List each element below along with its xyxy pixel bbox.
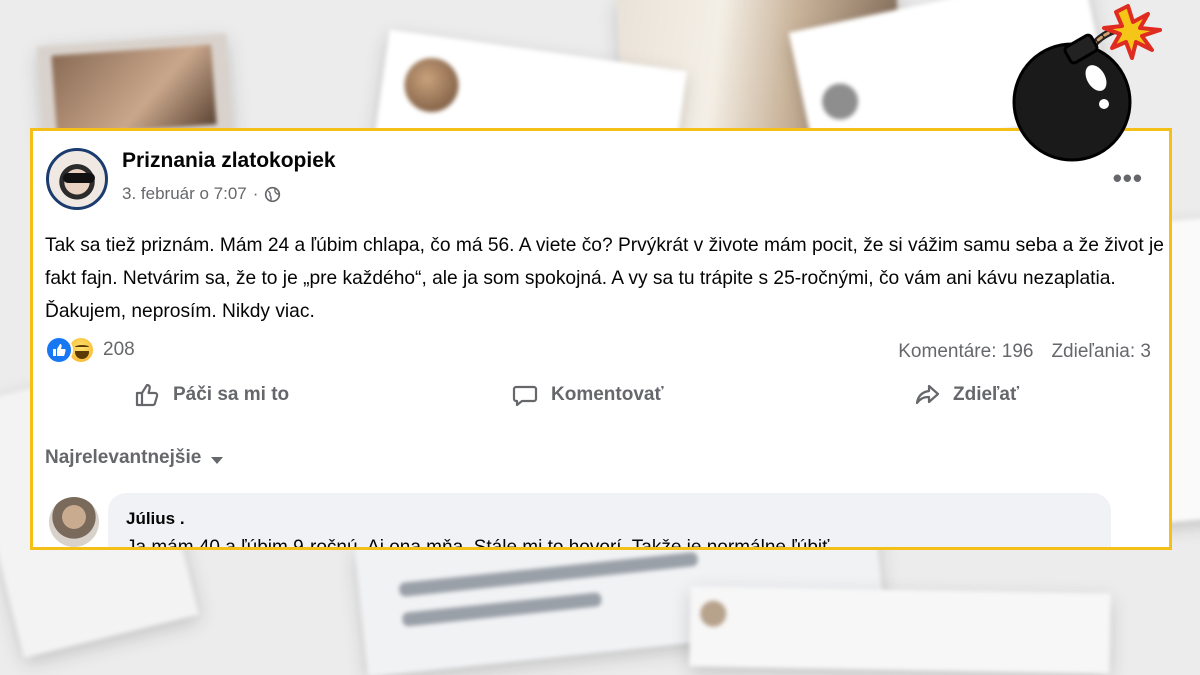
comments-count-link[interactable]: Komentáre: 196 <box>898 341 1033 363</box>
background-card <box>689 586 1111 674</box>
post-date[interactable]: 3. február o 7:07 <box>122 184 247 204</box>
share-button-label: Zdieľať <box>953 384 1020 405</box>
comment-author[interactable]: Július . <box>126 509 185 529</box>
reactions-summary[interactable]: 208 <box>45 336 135 364</box>
share-icon <box>915 384 940 405</box>
like-reaction-icon <box>45 336 73 364</box>
shares-count-link[interactable]: Zdieľania: 3 <box>1051 341 1151 363</box>
reaction-count: 208 <box>103 339 135 360</box>
commenter-avatar[interactable] <box>49 497 99 547</box>
comment-text: Ja mám 40 a ľúbim 9-ročnú. Aj ona mňa. S… <box>126 537 830 550</box>
like-button-label: Páči sa mi to <box>173 384 290 405</box>
comment-button-label: Komentovať <box>551 384 664 405</box>
page-avatar[interactable] <box>46 148 108 210</box>
post-actions-bar: Páči sa mi to Komentovať Zdieľať <box>33 381 1169 425</box>
thumbs-up-icon <box>135 383 159 407</box>
post-meta: 3. február o 7:07 · <box>122 184 281 204</box>
comment-icon <box>512 385 538 407</box>
comment-bubble: Július . Ja mám 40 a ľúbim 9-ročnú. Aj o… <box>108 493 1111 550</box>
post-stats: Komentáre: 196 Zdieľania: 3 <box>898 341 1151 363</box>
like-button[interactable]: Páči sa mi to <box>133 381 289 409</box>
caret-down-icon <box>211 456 224 464</box>
sort-label: Najrelevantnejšie <box>45 447 202 468</box>
facebook-post: Priznania zlatokopiek 3. február o 7:07 … <box>30 128 1172 550</box>
meta-separator: · <box>252 184 259 203</box>
more-options-button[interactable]: ••• <box>1113 163 1143 194</box>
share-button[interactable]: Zdieľať <box>913 381 1019 409</box>
bomb-icon <box>1012 4 1162 162</box>
page-name[interactable]: Priznania zlatokopiek <box>122 149 336 173</box>
globe-icon <box>265 186 281 202</box>
comment-button[interactable]: Komentovať <box>511 381 664 409</box>
comment-sort-dropdown[interactable]: Najrelevantnejšie <box>45 447 224 469</box>
post-text: Tak sa tiež priznám. Mám 24 a ľúbim chla… <box>45 235 1164 322</box>
